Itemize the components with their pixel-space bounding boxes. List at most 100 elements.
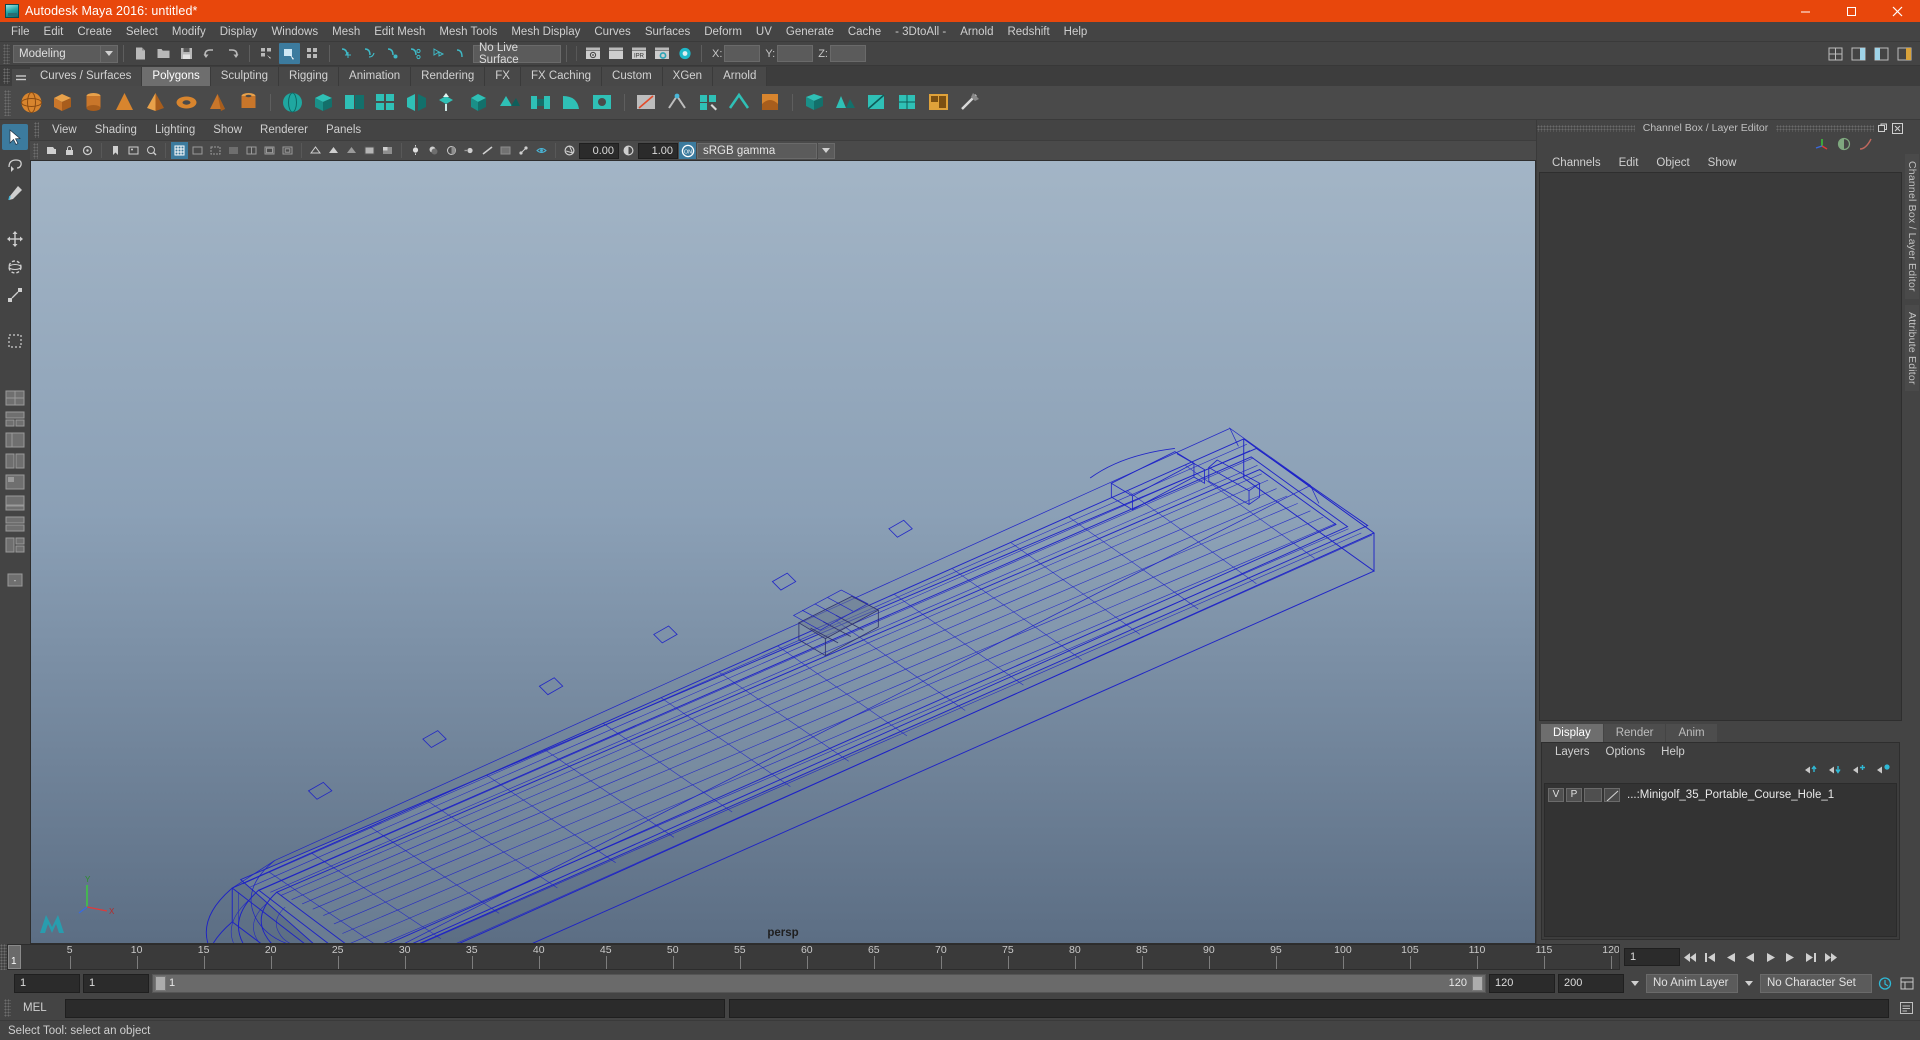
select-tool-icon[interactable] (2, 124, 28, 150)
axis-manip-icon[interactable] (1814, 136, 1830, 155)
layout-persp-trax-icon[interactable] (3, 493, 27, 512)
sphere-contrast-icon[interactable] (1836, 136, 1852, 155)
film-gate-icon[interactable] (189, 142, 206, 159)
side-tab-channel-box[interactable]: Channel Box / Layer Editor (1905, 154, 1919, 299)
script-editor-icon[interactable] (1897, 999, 1916, 1018)
extrude-icon[interactable] (433, 88, 462, 117)
lasso-select-tool-icon[interactable] (2, 152, 28, 178)
menu-deform[interactable]: Deform (697, 22, 749, 42)
range-slider[interactable]: 1 120 (152, 973, 1486, 993)
undo-icon[interactable] (199, 43, 220, 64)
select-by-component-icon[interactable] (302, 43, 323, 64)
anim-layer-dropdown-arrow[interactable] (1741, 974, 1757, 993)
maximize-icon[interactable] (1828, 0, 1874, 22)
auto-keyframe-icon[interactable] (1875, 974, 1894, 993)
rotate-tool-icon[interactable] (2, 254, 28, 280)
bookmark-icon[interactable] (107, 142, 124, 159)
show-hide-channel-box-icon[interactable] (1894, 43, 1915, 64)
menu-uv[interactable]: UV (749, 22, 779, 42)
live-surface-field[interactable]: No Live Surface (473, 42, 561, 66)
shadows-icon[interactable] (425, 142, 442, 159)
more-layouts-icon[interactable]: - (3, 570, 27, 589)
move-tool-icon[interactable] (2, 226, 28, 252)
last-tool-icon[interactable] (2, 328, 28, 354)
smooth-icon[interactable] (800, 88, 829, 117)
layer-menu-options[interactable]: Options (1598, 743, 1654, 761)
shelf-tab-fx[interactable]: FX (485, 67, 521, 86)
polygon-cube-icon[interactable] (48, 88, 77, 117)
layer-menu-layers[interactable]: Layers (1547, 743, 1598, 761)
playback-speed-arrow[interactable] (1627, 974, 1643, 993)
snap-to-curve-icon[interactable] (359, 43, 380, 64)
safe-title-icon[interactable] (279, 142, 296, 159)
character-set-select[interactable]: No Character Set (1760, 973, 1872, 993)
menu-edit[interactable]: Edit (37, 22, 71, 42)
new-layer-icon[interactable] (1852, 763, 1867, 779)
layer-list[interactable]: V P ...:Minigolf_35_Portable_Course_Hole… (1544, 783, 1897, 937)
exposure-value-field[interactable]: 0.00 (579, 142, 619, 159)
move-layer-up-icon[interactable] (1804, 763, 1819, 779)
save-scene-icon[interactable] (176, 43, 197, 64)
menu-windows[interactable]: Windows (264, 22, 325, 42)
step-forward-frame-icon[interactable] (1781, 948, 1800, 967)
crease-icon[interactable] (725, 88, 754, 117)
field-chart-icon[interactable] (243, 142, 260, 159)
close-panel-icon[interactable] (1891, 122, 1904, 135)
move-layer-down-icon[interactable] (1828, 763, 1843, 779)
select-by-hierarchy-icon[interactable] (256, 43, 277, 64)
channel-menu-channels[interactable]: Channels (1543, 154, 1610, 172)
shelf-tab-rigging[interactable]: Rigging (279, 67, 340, 86)
layer-tab-anim[interactable]: Anim (1666, 724, 1717, 742)
target-weld-icon[interactable] (663, 88, 692, 117)
menu-modify[interactable]: Modify (165, 22, 213, 42)
uv-editor-icon[interactable] (924, 88, 953, 117)
lock-camera-icon[interactable] (61, 142, 78, 159)
viewport-menu-show[interactable]: Show (204, 120, 251, 140)
menu-cache[interactable]: Cache (841, 22, 888, 42)
exposure-icon[interactable] (561, 142, 578, 159)
lights-icon[interactable] (407, 142, 424, 159)
resolution-gate-icon[interactable] (207, 142, 224, 159)
render-settings-icon[interactable] (651, 43, 672, 64)
animation-preferences-icon[interactable] (1897, 974, 1916, 993)
reduce-icon[interactable] (831, 88, 860, 117)
wireframe-shading-icon[interactable] (307, 142, 324, 159)
command-input-field[interactable] (65, 998, 725, 1018)
command-output-field[interactable] (729, 998, 1889, 1018)
open-scene-icon[interactable] (153, 43, 174, 64)
polygon-cylinder-icon[interactable] (79, 88, 108, 117)
shelf-tab-curves-surfaces[interactable]: Curves / Surfaces (30, 67, 143, 86)
layer-name-label[interactable]: ...:Minigolf_35_Portable_Course_Hole_1 (1627, 789, 1834, 801)
color-management-select[interactable]: sRGB gamma (697, 142, 817, 159)
render-sequence-icon[interactable] (605, 43, 626, 64)
select-camera-icon[interactable] (43, 142, 60, 159)
gamma-icon[interactable] (620, 142, 637, 159)
layout-persp-outliner-icon[interactable] (3, 430, 27, 449)
color-management-toggle-icon[interactable]: ON (679, 142, 696, 159)
quad-draw-icon[interactable] (694, 88, 723, 117)
menu-redshift[interactable]: Redshift (1000, 22, 1056, 42)
show-hide-tool-settings-icon[interactable] (1871, 43, 1892, 64)
wedge-icon[interactable] (557, 88, 586, 117)
anti-alias-icon[interactable] (479, 142, 496, 159)
snap-to-projected-center-icon[interactable] (405, 43, 426, 64)
time-slider-track[interactable]: 1 5 10 15 20 25 30 35 40 45 50 55 60 65 70 75 80 85 90 95 1… (7, 944, 1620, 970)
show-hide-editors-icon[interactable] (1825, 43, 1846, 64)
append-polygon-icon[interactable] (495, 88, 524, 117)
menu-file[interactable]: File (4, 22, 37, 42)
polygon-torus-icon[interactable] (172, 88, 201, 117)
layer-tab-display[interactable]: Display (1541, 724, 1603, 742)
grid-toggle-icon[interactable] (171, 142, 188, 159)
shelf-tab-animation[interactable]: Animation (339, 67, 412, 86)
shelf-icon-grip[interactable] (4, 89, 11, 116)
shelf-tab-sculpting[interactable]: Sculpting (210, 67, 280, 86)
viewport-menu-lighting[interactable]: Lighting (146, 120, 204, 140)
gate-mask-icon[interactable] (225, 142, 242, 159)
menu-mesh-display[interactable]: Mesh Display (504, 22, 587, 42)
new-scene-icon[interactable] (130, 43, 151, 64)
hypershade-icon[interactable] (674, 43, 695, 64)
viewport-menu-panels[interactable]: Panels (317, 120, 370, 140)
x-input-field[interactable] (724, 45, 761, 62)
new-layer-from-selected-icon[interactable] (1876, 763, 1891, 779)
command-language-label[interactable]: MEL (15, 1002, 61, 1014)
